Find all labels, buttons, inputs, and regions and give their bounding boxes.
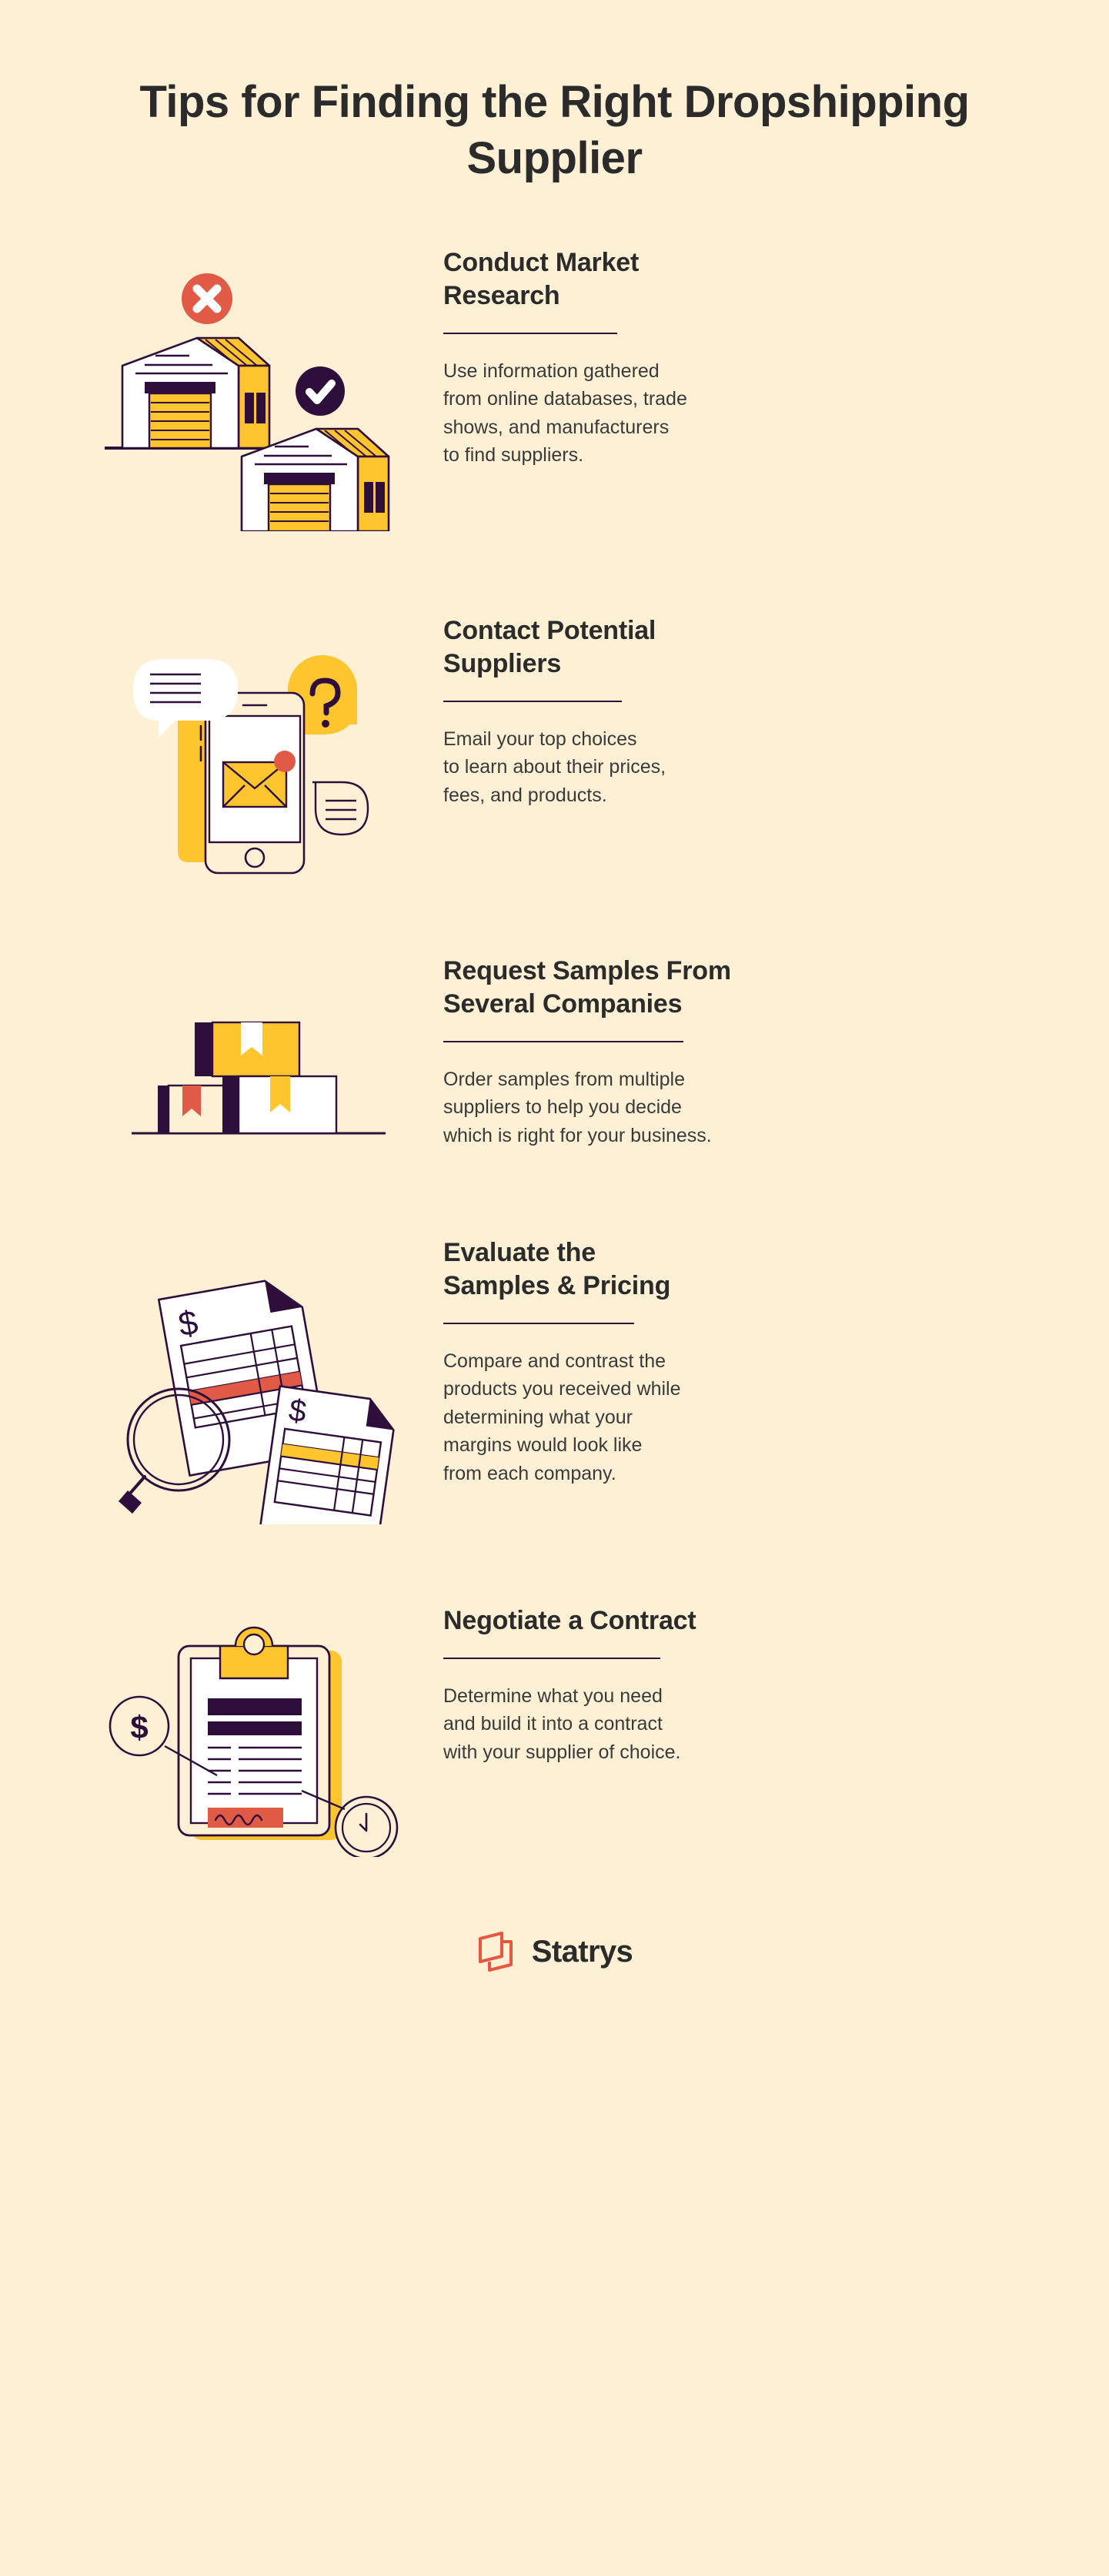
- section-divider: [443, 1040, 683, 1042]
- check-circle-icon: [296, 366, 345, 417]
- message-bubble-icon: [312, 781, 369, 836]
- stacked-boxes-illustration: [132, 1021, 386, 1135]
- section-evaluate-samples-pricing: $ $ Evaluate the Samples & Pricing Compa…: [0, 1227, 1109, 1525]
- section-text: Conduct Market Research Use information …: [443, 237, 1049, 470]
- section-body: Determine what you need and build it int…: [443, 1684, 681, 1763]
- section-contact-potential-suppliers: Contact Potential Suppliers Email your t…: [0, 605, 1109, 876]
- footer-brand: Statrys: [0, 1931, 1109, 1972]
- smartphone-email-illustration: [133, 655, 369, 875]
- section-body: Use information gathered from online dat…: [443, 360, 687, 467]
- illustration-price-documents-magnifier: $ $: [74, 1227, 443, 1525]
- document-icon: $: [259, 1385, 395, 1525]
- section-heading: Request Samples From Several Companies: [443, 956, 731, 1019]
- illustration-clipboard-contract: $: [74, 1595, 443, 1858]
- notification-dot-icon: [274, 751, 296, 773]
- contract-title-bar: [208, 1698, 302, 1716]
- statrys-logo-icon: [478, 1932, 513, 1972]
- section-negotiate-contract: $ Negotiate a Contract Determine what yo…: [0, 1595, 1109, 1858]
- warehouses-compare-illustration: [105, 273, 390, 532]
- warehouse-icon: [121, 336, 271, 450]
- signature-icon: [208, 1808, 283, 1828]
- brand-name: Statrys: [531, 1935, 633, 1969]
- envelope-icon: [222, 761, 288, 808]
- section-body: Email your top choices to learn about th…: [443, 728, 666, 806]
- section-divider: [443, 332, 617, 334]
- contract-subtitle-bar: [208, 1721, 302, 1736]
- price-documents-magnifier-illustration: $ $: [119, 1280, 395, 1525]
- section-divider: [443, 700, 622, 702]
- svg-text:$: $: [130, 1709, 148, 1745]
- package-box-icon: [222, 1075, 338, 1135]
- clipboard-contract-illustration: $: [109, 1627, 399, 1858]
- section-heading: Conduct Market Research: [443, 248, 640, 310]
- section-text: Evaluate the Samples & Pricing Compare a…: [443, 1227, 1049, 1487]
- section-text: Contact Potential Suppliers Email your t…: [443, 605, 1049, 809]
- clock-circle-icon: [334, 1795, 399, 1858]
- sections-list: Conduct Market Research Use information …: [0, 237, 1109, 1858]
- illustration-stacked-boxes: [74, 945, 443, 1159]
- section-request-samples: Request Samples From Several Companies O…: [0, 945, 1109, 1159]
- dollar-circle-icon: $: [109, 1695, 170, 1757]
- section-heading: Contact Potential Suppliers: [443, 616, 656, 678]
- page-title: Tips for Finding the Right Dropshipping …: [139, 77, 970, 184]
- section-heading: Negotiate a Contract: [443, 1606, 696, 1636]
- section-text: Request Samples From Several Companies O…: [443, 945, 1049, 1149]
- section-heading: Evaluate the Samples & Pricing: [443, 1238, 671, 1300]
- section-divider: [443, 1657, 660, 1659]
- section-body: Compare and contrast the products you re…: [443, 1350, 681, 1484]
- section-text: Negotiate a Contract Determine what you …: [443, 1595, 1049, 1766]
- illustration-smartphone-email: [74, 605, 443, 876]
- package-box-icon: [195, 1021, 301, 1078]
- section-body: Order samples from multiple suppliers to…: [443, 1068, 712, 1146]
- close-circle-icon: [182, 273, 232, 325]
- section-conduct-market-research: Conduct Market Research Use information …: [0, 237, 1109, 532]
- section-divider: [443, 1322, 634, 1324]
- infographic-page: Tips for Finding the Right Dropshipping …: [0, 0, 1109, 2576]
- illustration-warehouses-compare: [74, 237, 443, 532]
